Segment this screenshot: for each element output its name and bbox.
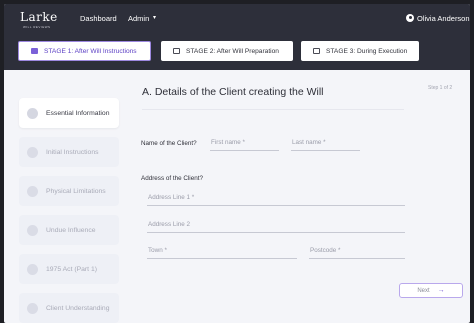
sidebar-item-physical-limitations[interactable]: Physical Limitations bbox=[19, 176, 119, 206]
signature-icon bbox=[313, 48, 320, 54]
document-icon bbox=[173, 48, 180, 54]
tab-stage-1[interactable]: STAGE 1: After Will Instructions bbox=[18, 41, 151, 61]
sidebar-item-label: 1975 Act (Part 1) bbox=[46, 265, 98, 273]
address-line-2-field[interactable]: Address Line 2 bbox=[147, 221, 405, 233]
tab-stage-1-label: STAGE 1: After Will Instructions bbox=[44, 47, 137, 55]
checklist-icon bbox=[31, 48, 38, 54]
title-divider bbox=[142, 109, 404, 110]
step-indicator-icon bbox=[27, 263, 38, 275]
tab-stage-2-label: STAGE 2: After Will Preparation bbox=[186, 47, 279, 55]
town-field[interactable]: Town * bbox=[147, 247, 297, 259]
arrow-right-icon: → bbox=[437, 287, 445, 294]
last-name-placeholder: Last name * bbox=[292, 139, 326, 146]
step-indicator-icon bbox=[27, 224, 38, 236]
last-name-field[interactable]: Last name * bbox=[291, 139, 360, 151]
sidebar-item-label: Initial Instructions bbox=[46, 148, 99, 156]
town-placeholder: Town * bbox=[148, 247, 167, 254]
user-avatar-icon[interactable] bbox=[406, 14, 414, 22]
sidebar-item-label: Client Understanding bbox=[46, 304, 110, 312]
app-logo-subtitle: WILL REVIEWS bbox=[23, 25, 51, 29]
step-indicator-icon bbox=[27, 107, 38, 119]
address-line-1-field[interactable]: Address Line 1 * bbox=[147, 194, 405, 206]
app-window: Larke WILL REVIEWS Dashboard Admin ▾ Oli… bbox=[4, 4, 470, 323]
next-button-label: Next bbox=[417, 287, 430, 294]
step-indicator-icon bbox=[27, 146, 38, 158]
sidebar-item-label: Essential Information bbox=[46, 109, 110, 117]
tab-stage-3[interactable]: STAGE 3: During Execution bbox=[301, 41, 419, 61]
postcode-field[interactable]: Postcode * bbox=[309, 247, 405, 259]
step-indicator-icon bbox=[27, 302, 38, 314]
section-title: A. Details of the Client creating the Wi… bbox=[142, 86, 324, 98]
sidebar-item-essential-information[interactable]: Essential Information bbox=[19, 98, 119, 128]
tab-stage-2[interactable]: STAGE 2: After Will Preparation bbox=[161, 41, 293, 61]
nav-dashboard-link[interactable]: Dashboard bbox=[80, 14, 117, 23]
sidebar-item-1975-act-part-1[interactable]: 1975 Act (Part 1) bbox=[19, 254, 119, 284]
sidebar-item-initial-instructions[interactable]: Initial Instructions bbox=[19, 137, 119, 167]
client-name-label: Name of the Client? bbox=[141, 140, 197, 147]
step-indicator-icon bbox=[27, 185, 38, 197]
sidebar-item-label: Physical Limitations bbox=[46, 187, 106, 195]
step-counter: Step 1 of 2 bbox=[428, 85, 453, 91]
address-line-2-placeholder: Address Line 2 bbox=[148, 221, 191, 228]
sidebar-item-label: Undue Influence bbox=[46, 226, 96, 234]
first-name-field[interactable]: First name * bbox=[210, 139, 279, 151]
app-logo[interactable]: Larke bbox=[20, 10, 58, 24]
address-line-1-placeholder: Address Line 1 * bbox=[148, 194, 195, 201]
chevron-down-icon[interactable]: ▾ bbox=[153, 14, 156, 21]
sidebar-item-client-understanding[interactable]: Client Understanding bbox=[19, 293, 119, 323]
top-navbar: Larke WILL REVIEWS Dashboard Admin ▾ Oli… bbox=[4, 4, 470, 34]
user-name[interactable]: Olivia Anderson bbox=[417, 14, 470, 23]
client-address-label: Address of the Client? bbox=[141, 175, 203, 182]
first-name-placeholder: First name * bbox=[211, 139, 245, 146]
postcode-placeholder: Postcode * bbox=[310, 247, 341, 254]
next-button[interactable]: Next → bbox=[399, 283, 463, 298]
sidebar-item-undue-influence[interactable]: Undue Influence bbox=[19, 215, 119, 245]
nav-admin-link[interactable]: Admin bbox=[128, 14, 149, 23]
tab-stage-3-label: STAGE 3: During Execution bbox=[326, 47, 408, 55]
